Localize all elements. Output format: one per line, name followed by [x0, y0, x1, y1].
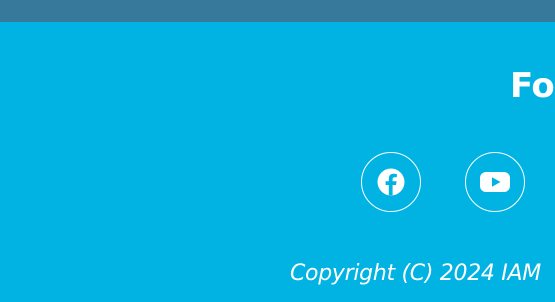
top-bar [0, 0, 555, 22]
facebook-link[interactable] [361, 152, 421, 212]
youtube-link[interactable] [465, 152, 525, 212]
footer-heading: Fo [510, 66, 555, 106]
youtube-icon [480, 172, 510, 192]
facebook-icon [377, 168, 405, 196]
copyright-text: Copyright (C) 2024 IAM [290, 261, 541, 286]
